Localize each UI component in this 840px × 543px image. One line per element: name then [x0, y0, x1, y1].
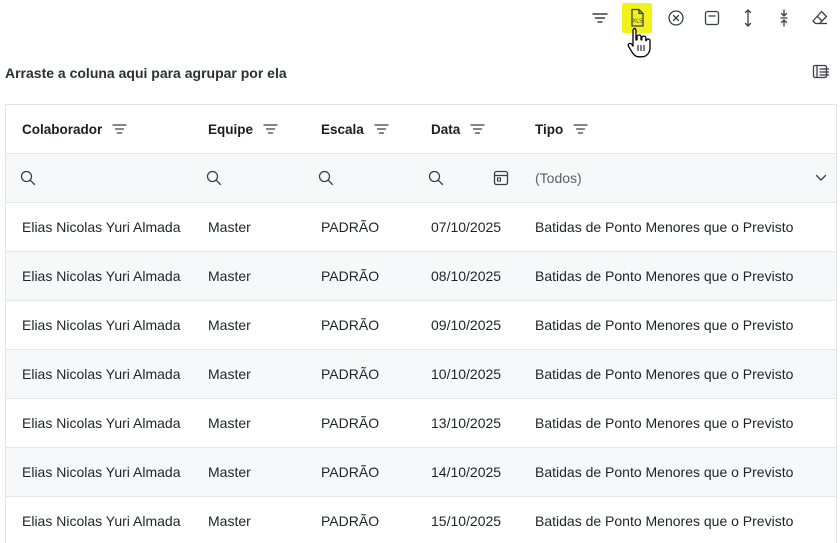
column-menu-icon[interactable] — [573, 123, 588, 135]
cell-equipe: Master — [208, 219, 251, 235]
table-row[interactable]: Elias Nicolas Yuri Almada Master PADRÃO 10/… — [6, 350, 836, 399]
layout-button[interactable] — [697, 3, 727, 33]
collapse-vertical-icon — [780, 9, 788, 27]
grid-toolbar: XLS — [0, 0, 840, 58]
cell-escala: PADRÃO — [321, 268, 380, 284]
cell-escala: PADRÃO — [321, 219, 380, 235]
group-panel-hint: Arraste a coluna aqui para agrupar por e… — [5, 65, 287, 81]
search-icon — [428, 170, 444, 186]
column-header-label: Colaborador — [22, 121, 103, 137]
cell-equipe: Master — [208, 513, 251, 529]
table-row[interactable]: Elias Nicolas Yuri Almada Master PADRÃO 07/… — [6, 203, 836, 252]
column-header-label: Tipo — [535, 121, 564, 137]
cell-data: 13/10/2025 — [431, 415, 502, 431]
cell-equipe: Master — [208, 464, 251, 480]
cell-escala: PADRÃO — [321, 415, 380, 431]
filter-colaborador[interactable] — [20, 154, 36, 202]
column-header-label: Equipe — [208, 121, 254, 137]
cell-data: 10/10/2025 — [431, 366, 502, 382]
cell-colaborador: Elias Nicolas Yuri Almada — [22, 366, 181, 382]
chevron-down-icon — [815, 154, 827, 202]
cell-data: 09/10/2025 — [431, 317, 502, 333]
cell-escala: PADRÃO — [321, 366, 380, 382]
cell-colaborador: Elias Nicolas Yuri Almada — [22, 268, 181, 284]
column-header-label: Escala — [321, 121, 364, 137]
filter-equipe[interactable] — [206, 154, 222, 202]
cell-data: 15/10/2025 — [431, 513, 502, 529]
table-row[interactable]: Elias Nicolas Yuri Almada Master PADRÃO 08/… — [6, 252, 836, 301]
table-row[interactable]: Elias Nicolas Yuri Almada Master PADRÃO 14/… — [6, 448, 836, 497]
cell-tipo: Batidas de Ponto Menores que o Previsto — [535, 513, 794, 529]
column-header-equipe[interactable]: Equipe — [208, 105, 278, 153]
search-icon — [20, 170, 36, 186]
cell-colaborador: Elias Nicolas Yuri Almada — [22, 415, 181, 431]
cell-escala: PADRÃO — [321, 464, 380, 480]
column-header-colaborador[interactable]: Colaborador — [22, 105, 127, 153]
table-row[interactable]: Elias Nicolas Yuri Almada Master PADRÃO 15/… — [6, 497, 836, 543]
column-menu-icon[interactable] — [374, 123, 389, 135]
cell-tipo: Batidas de Ponto Menores que o Previsto — [535, 366, 794, 382]
cell-colaborador: Elias Nicolas Yuri Almada — [22, 513, 181, 529]
search-icon — [318, 170, 334, 186]
cell-equipe: Master — [208, 415, 251, 431]
cell-colaborador: Elias Nicolas Yuri Almada — [22, 317, 181, 333]
table-row[interactable]: Elias Nicolas Yuri Almada Master PADRÃO 13/… — [6, 399, 836, 448]
cell-data: 08/10/2025 — [431, 268, 502, 284]
date-picker-button[interactable] — [493, 154, 509, 202]
export-xls-button[interactable]: XLS — [622, 3, 652, 33]
column-menu-icon[interactable] — [112, 123, 127, 135]
cell-data: 14/10/2025 — [431, 464, 502, 480]
column-chooser-icon — [812, 64, 829, 79]
cell-colaborador: Elias Nicolas Yuri Almada — [22, 219, 181, 235]
column-header-tipo[interactable]: Tipo — [535, 105, 588, 153]
circle-x-icon — [668, 10, 684, 26]
collapse-all-button[interactable] — [769, 3, 799, 33]
cell-tipo: Batidas de Ponto Menores que o Previsto — [535, 317, 794, 333]
column-menu-icon[interactable] — [263, 123, 278, 135]
filter-tipo-value: (Todos) — [535, 170, 582, 186]
column-header-escala[interactable]: Escala — [321, 105, 389, 153]
eraser-button[interactable] — [805, 3, 835, 33]
svg-text:XLS: XLS — [632, 19, 643, 25]
cell-equipe: Master — [208, 268, 251, 284]
expand-vertical-icon — [744, 9, 752, 27]
column-header-data[interactable]: Data — [431, 105, 485, 153]
layout-icon — [704, 10, 720, 26]
cell-equipe: Master — [208, 366, 251, 382]
cell-escala: PADRÃO — [321, 317, 380, 333]
cell-tipo: Batidas de Ponto Menores que o Previsto — [535, 464, 794, 480]
table-row[interactable]: Elias Nicolas Yuri Almada Master PADRÃO 09/… — [6, 301, 836, 350]
cell-data: 07/10/2025 — [431, 219, 502, 235]
data-grid: Colaborador Equipe Escala Data Tipo (Tod… — [5, 104, 837, 543]
filter-row: (Todos) — [6, 154, 836, 203]
filter-tipo-select[interactable]: (Todos) — [535, 154, 835, 202]
filter-data[interactable] — [428, 154, 444, 202]
filter-escala[interactable] — [318, 154, 334, 202]
cell-colaborador: Elias Nicolas Yuri Almada — [22, 464, 181, 480]
cell-tipo: Batidas de Ponto Menores que o Previsto — [535, 219, 794, 235]
search-icon — [206, 170, 222, 186]
column-header-label: Data — [431, 121, 461, 137]
filter-lines-icon — [592, 13, 608, 23]
cell-equipe: Master — [208, 317, 251, 333]
filter-lines-button[interactable] — [585, 3, 615, 33]
eraser-icon — [812, 10, 828, 25]
export-xls-icon: XLS — [631, 8, 644, 27]
calendar-icon — [493, 170, 509, 186]
cell-tipo: Batidas de Ponto Menores que o Previsto — [535, 268, 794, 284]
cell-tipo: Batidas de Ponto Menores que o Previsto — [535, 415, 794, 431]
column-chooser-button[interactable] — [810, 61, 832, 83]
cell-escala: PADRÃO — [321, 513, 380, 529]
expand-all-button[interactable] — [733, 3, 763, 33]
column-menu-icon[interactable] — [470, 123, 485, 135]
clear-filter-button[interactable] — [661, 3, 691, 33]
header-row: Colaborador Equipe Escala Data Tipo — [6, 105, 836, 154]
